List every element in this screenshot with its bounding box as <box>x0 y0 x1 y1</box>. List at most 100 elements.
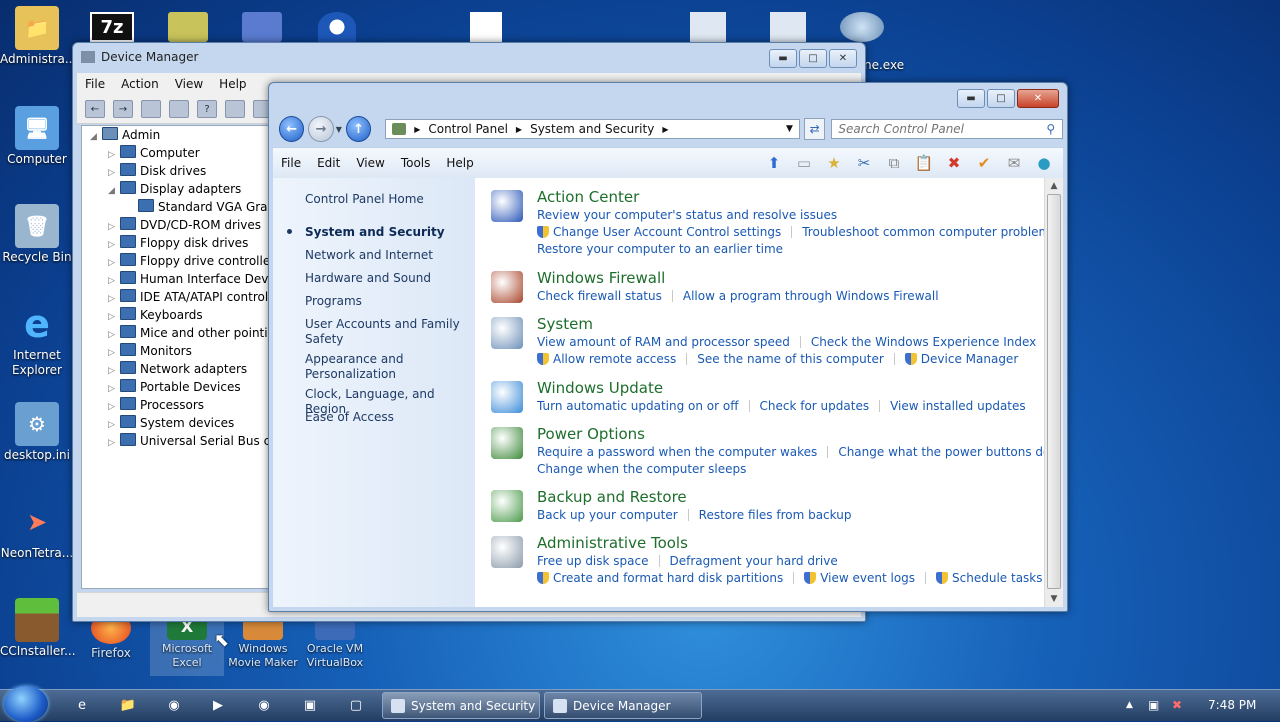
pane-icon[interactable]: ▭ <box>793 152 815 174</box>
computer-icon[interactable] <box>491 317 523 349</box>
recent-pages-icon[interactable]: ▼ <box>336 125 342 134</box>
help-icon[interactable]: ? <box>197 100 217 118</box>
menu-edit[interactable]: Edit <box>309 156 348 170</box>
network-icon[interactable] <box>242 12 282 42</box>
task-link[interactable]: Review your computer's status and resolv… <box>537 208 837 222</box>
category-title[interactable]: Power Options <box>537 425 645 443</box>
maximize-button[interactable]: □ <box>987 89 1015 108</box>
maximize-button[interactable]: □ <box>799 49 827 68</box>
task-link[interactable]: Require a password when the computer wak… <box>537 445 817 459</box>
category-title[interactable]: Backup and Restore <box>537 488 687 506</box>
forward-button[interactable]: → <box>308 116 334 142</box>
folder-star-icon[interactable]: ★ <box>823 152 845 174</box>
paste-icon[interactable]: 📋 <box>913 152 935 174</box>
task-link[interactable]: Turn automatic updating on or off <box>537 399 739 413</box>
taskbar-button-system-and-security[interactable]: System and Security <box>382 692 540 719</box>
obama-logo-icon[interactable] <box>318 12 356 42</box>
task-link[interactable]: Allow a program through Windows Firewall <box>683 289 939 303</box>
nav-ease-of-access[interactable]: Ease of Access <box>305 410 473 425</box>
minimize-button[interactable]: ▬ <box>957 89 985 108</box>
minimize-button[interactable]: ▬ <box>769 49 797 68</box>
menu-file[interactable]: File <box>77 77 113 91</box>
task-link[interactable]: Troubleshoot common computer problems <box>802 225 1045 239</box>
task-link[interactable]: Change when the computer sleeps <box>537 462 746 476</box>
desktop-icon-computer[interactable]: 🖥 Computer <box>0 106 74 167</box>
search-icon[interactable]: ⚲ <box>1046 122 1055 136</box>
admin-tools-icon[interactable] <box>491 536 523 568</box>
desktop-icon-administrator[interactable]: 📁 Administra... <box>0 6 76 67</box>
task-link[interactable]: Allow remote access <box>553 352 676 366</box>
back-arrow-icon[interactable]: ← <box>85 100 105 118</box>
up-arrow-icon[interactable]: ⬆ <box>763 152 785 174</box>
category-title[interactable]: Windows Update <box>537 379 663 397</box>
firefox-icon[interactable]: ◉ <box>164 696 184 714</box>
vertical-scrollbar[interactable]: ▲ ▼ <box>1044 178 1063 607</box>
volume-muted-icon[interactable]: ✖ <box>1172 698 1182 712</box>
task-link[interactable]: See the name of this computer <box>697 352 884 366</box>
task-link[interactable]: Change what the power buttons do <box>838 445 1045 459</box>
globe-icon[interactable] <box>840 12 884 42</box>
nav-appearance[interactable]: Appearance and Personalization <box>305 352 473 382</box>
copy-icon[interactable]: ⧉ <box>883 152 905 174</box>
cut-icon[interactable]: ✂ <box>853 152 875 174</box>
expand-icon[interactable]: ▷ <box>108 434 120 452</box>
task-link[interactable]: Schedule tasks <box>952 571 1042 585</box>
close-button[interactable]: ✕ <box>1017 89 1059 108</box>
scroll-down-icon[interactable]: ▼ <box>1045 591 1063 607</box>
taskbar-button-device-manager[interactable]: Device Manager <box>544 692 702 719</box>
menu-help[interactable]: Help <box>211 77 254 91</box>
menu-view[interactable]: View <box>167 77 211 91</box>
view-icon[interactable] <box>225 100 245 118</box>
window-icon[interactable]: ▢ <box>346 696 366 714</box>
category-title[interactable]: Administrative Tools <box>537 534 688 552</box>
delete-icon[interactable]: ✖ <box>943 152 965 174</box>
desktop-icon-internet-explorer[interactable]: e Internet Explorer <box>0 302 74 378</box>
clock[interactable]: 7:48 PM <box>1208 698 1256 712</box>
category-title[interactable]: System <box>537 315 593 333</box>
task-link[interactable]: View event logs <box>820 571 915 585</box>
nav-system-and-security[interactable]: System and Security <box>305 225 473 240</box>
task-link[interactable]: Restore files from backup <box>699 508 852 522</box>
address-bar[interactable]: ▶ Control Panel ▶ System and Security ▶ … <box>385 119 800 139</box>
nav-hardware-and-sound[interactable]: Hardware and Sound <box>305 271 473 286</box>
flag-icon[interactable] <box>491 190 523 222</box>
desktop-icon-desktop-ini[interactable]: ⚙ desktop.ini <box>0 402 74 463</box>
category-title[interactable]: Action Center <box>537 188 639 206</box>
menu-tools[interactable]: Tools <box>393 156 439 170</box>
up-button[interactable]: ↑ <box>345 116 372 142</box>
menu-view[interactable]: View <box>348 156 392 170</box>
toolbox-icon[interactable]: ▣ <box>300 696 320 714</box>
category-title[interactable]: Windows Firewall <box>537 269 665 287</box>
desktop-icon-neontetra[interactable]: ➤ NeonTetra... <box>0 500 74 561</box>
settings-file-icon[interactable] <box>690 12 726 42</box>
folder-icon[interactable]: 📁 <box>118 696 138 714</box>
nav-user-accounts[interactable]: User Accounts and Family Safety <box>305 317 473 347</box>
task-link[interactable]: Check for updates <box>760 399 870 413</box>
scrollbar-thumb[interactable] <box>1047 194 1061 589</box>
menu-help[interactable]: Help <box>438 156 481 170</box>
refresh-button[interactable]: ⇄ <box>803 118 826 140</box>
close-button[interactable]: ✕ <box>829 49 857 68</box>
breadcrumb-control-panel[interactable]: Control Panel <box>428 122 508 136</box>
task-link[interactable]: Free up disk space <box>537 554 649 568</box>
task-link[interactable]: Defragment your hard drive <box>670 554 838 568</box>
checkmark-icon[interactable]: ✔ <box>973 152 995 174</box>
menu-file[interactable]: File <box>273 156 309 170</box>
show-hidden-icons-icon[interactable]: ▲ <box>1126 700 1133 710</box>
task-link[interactable]: Back up your computer <box>537 508 678 522</box>
certificate-icon[interactable] <box>168 12 208 42</box>
windows-update-icon[interactable] <box>491 381 523 413</box>
search-input[interactable] <box>836 121 1047 137</box>
nav-network-and-internet[interactable]: Network and Internet <box>305 248 473 263</box>
blank-file-icon[interactable] <box>470 12 502 42</box>
desktop-icon-ccinstaller[interactable]: CCInstaller... <box>0 598 76 659</box>
firewall-icon[interactable] <box>491 271 523 303</box>
control-panel-titlebar[interactable] <box>269 83 1067 111</box>
menu-action[interactable]: Action <box>113 77 167 91</box>
address-dropdown-icon[interactable]: ▼ <box>786 124 793 134</box>
nav-programs[interactable]: Programs <box>305 294 473 309</box>
breadcrumb-system-and-security[interactable]: System and Security <box>530 122 654 136</box>
task-link[interactable]: Check the Windows Experience Index <box>811 335 1036 349</box>
forward-arrow-icon[interactable]: → <box>113 100 133 118</box>
scroll-up-icon[interactable]: ▲ <box>1045 178 1063 194</box>
